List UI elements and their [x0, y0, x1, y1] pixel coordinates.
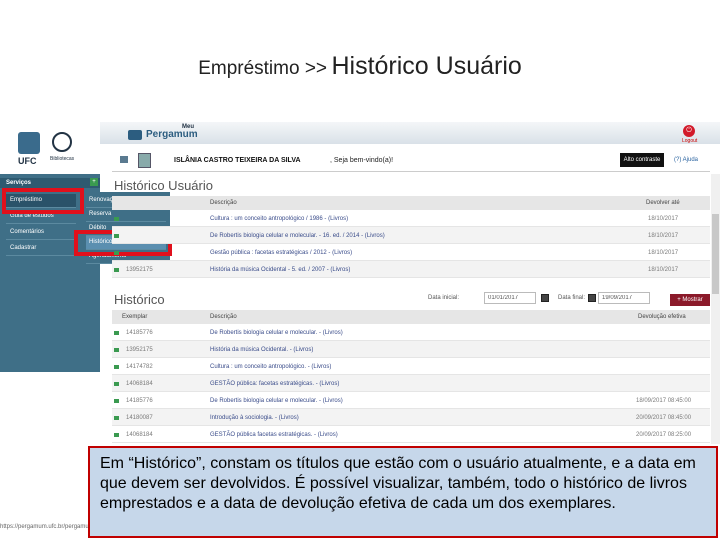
item-icon[interactable]	[114, 251, 119, 255]
item-icon[interactable]	[114, 234, 119, 238]
table-row: 13952175 História da música Ocidental. -…	[112, 341, 710, 358]
exemplar-number: 14180087	[126, 415, 153, 421]
col-devolucao-efetiva: Devolução efetiva	[638, 314, 686, 320]
exemplar-number: 13952175	[126, 347, 153, 353]
exemplar-number: 14068184	[126, 432, 153, 438]
section-title-historico: Histórico	[114, 292, 165, 307]
section-title-historico-usuario: Histórico Usuário	[114, 178, 213, 193]
history-title[interactable]: Introdução à sociologia. - (Livros)	[210, 415, 299, 421]
item-icon[interactable]	[114, 217, 119, 221]
library-logo-icon	[52, 132, 72, 152]
library-logo-text: Bibliotecas	[50, 156, 75, 162]
slide-title: Empréstimo >> Histórico Usuário	[0, 52, 720, 81]
avatar	[138, 153, 151, 168]
date-start-label: Data inicial:	[428, 295, 460, 301]
calendar-icon[interactable]	[541, 294, 549, 302]
scrollbar[interactable]	[711, 174, 720, 444]
table-row: 14174782 Cultura : um conceito antropoló…	[112, 358, 710, 375]
brand-pergamum: Pergamum	[146, 129, 198, 140]
table-row: 14068184 GESTÃO pública facetas estratég…	[112, 426, 710, 443]
loan-title[interactable]: Gestão pública : facetas estratégicas / …	[210, 250, 352, 256]
loan-title[interactable]: De Robertis biologia celular e molecular…	[210, 233, 385, 239]
history-title[interactable]: GESTÃO pública: facetas estratégicas. - …	[210, 381, 339, 387]
item-icon[interactable]	[114, 382, 119, 386]
logout-label[interactable]: Logout	[682, 138, 697, 144]
item-icon[interactable]	[114, 365, 119, 369]
col-descricao: Descrição	[210, 314, 237, 320]
sidebar-header: Serviços	[0, 178, 100, 188]
show-button[interactable]: + Mostrar	[670, 294, 710, 306]
user-name: ISLÂNIA CASTRO TEIXEIRA DA SILVA	[174, 157, 301, 164]
slide-title-small: Empréstimo >>	[198, 58, 328, 79]
item-icon[interactable]	[114, 348, 119, 352]
history-title[interactable]: História da música Ocidental. - (Livros)	[210, 347, 313, 353]
calendar-icon[interactable]	[588, 294, 596, 302]
status-url: https://pergamum.ufc.br/pergamum	[0, 524, 94, 530]
due-date: 18/10/2017	[648, 233, 679, 239]
ufc-logo-text: UFC	[18, 156, 37, 166]
slide-title-big: Histórico Usuário	[331, 52, 522, 80]
history-title[interactable]: Cultura : um conceito antropológico. - (…	[210, 364, 331, 370]
due-date: 18/10/2017	[648, 216, 679, 222]
exemplar-number: 14174782	[126, 364, 153, 370]
home-icon[interactable]	[120, 156, 128, 163]
item-icon[interactable]	[114, 399, 119, 403]
exemplar-number: 14185776	[126, 330, 153, 336]
history-title[interactable]: GESTÃO pública facetas estratégicas. - (…	[210, 432, 338, 438]
exemplar-number: 14068184	[126, 381, 153, 387]
exemplar-number: 13952175	[126, 267, 153, 273]
callout-box: Em “Histórico”, constam os títulos que e…	[88, 446, 718, 538]
item-icon[interactable]	[114, 268, 119, 272]
table-row: 14180087 Introdução à sociologia. - (Liv…	[112, 409, 710, 426]
current-loans-header: Descrição Devolver até	[112, 196, 710, 210]
col-exemplar: Exemplar	[122, 314, 148, 320]
table-row: 14068184 GESTÃO pública: facetas estraté…	[112, 375, 710, 392]
col-descricao: Descrição	[210, 200, 237, 206]
user-bar: ISLÂNIA CASTRO TEIXEIRA DA SILVA , Seja …	[112, 150, 710, 172]
history-title[interactable]: De Robertis biologia celular e molecular…	[210, 330, 343, 336]
return-date: 20/09/2017 08:45:00	[636, 415, 692, 421]
loan-title[interactable]: História da música Ocidental - 5. ed. / …	[210, 267, 350, 273]
exemplar-number: 14185776	[126, 398, 153, 404]
item-icon[interactable]	[114, 416, 119, 420]
high-contrast-button[interactable]: Alto contraste	[620, 153, 664, 167]
date-end-input[interactable]	[598, 292, 650, 304]
highlight-emprestimo	[2, 188, 84, 214]
help-link[interactable]: (?) Ajuda	[674, 157, 698, 163]
due-date: 18/10/2017	[648, 250, 679, 256]
pergamum-logo-icon	[128, 130, 142, 140]
sidebar-item-cadastrar[interactable]: Cadastrar	[6, 242, 76, 256]
date-start-input[interactable]	[484, 292, 536, 304]
sidebar-collapse-button[interactable]: +	[90, 178, 98, 186]
history-title[interactable]: De Robertis biologia celular e molecular…	[210, 398, 343, 404]
return-date: 18/09/2017 08:45:00	[636, 398, 692, 404]
loan-title[interactable]: Cultura : um conceito antropológico / 19…	[210, 216, 348, 222]
item-icon[interactable]	[114, 433, 119, 437]
date-end-label: Data final:	[558, 295, 586, 301]
scrollbar-thumb[interactable]	[712, 214, 719, 294]
table-row: De Robertis biologia celular e molecular…	[112, 227, 710, 244]
due-date: 18/10/2017	[648, 267, 679, 273]
welcome-text: , Seja bem-vindo(a)!	[330, 157, 394, 164]
table-row: Cultura : um conceito antropológico / 19…	[112, 210, 710, 227]
return-date: 20/09/2017 08:25:00	[636, 432, 692, 438]
table-row: 14185776 De Robertis biologia celular e …	[112, 392, 710, 409]
history-header: Exemplar Descrição Devolução efetiva	[112, 310, 710, 324]
table-row: Gestão pública : facetas estratégicas / …	[112, 244, 710, 261]
table-row: 13952175 História da música Ocidental - …	[112, 261, 710, 278]
brand-area: UFC Bibliotecas	[0, 122, 100, 174]
col-devolver-ate: Devolver até	[646, 200, 680, 206]
sidebar-item-comentarios[interactable]: Comentários	[6, 226, 76, 240]
ufc-logo-icon	[18, 132, 40, 154]
item-icon[interactable]	[114, 331, 119, 335]
logout-icon[interactable]: ⏻	[683, 125, 695, 137]
table-row: 14185776 De Robertis biologia celular e …	[112, 324, 710, 341]
